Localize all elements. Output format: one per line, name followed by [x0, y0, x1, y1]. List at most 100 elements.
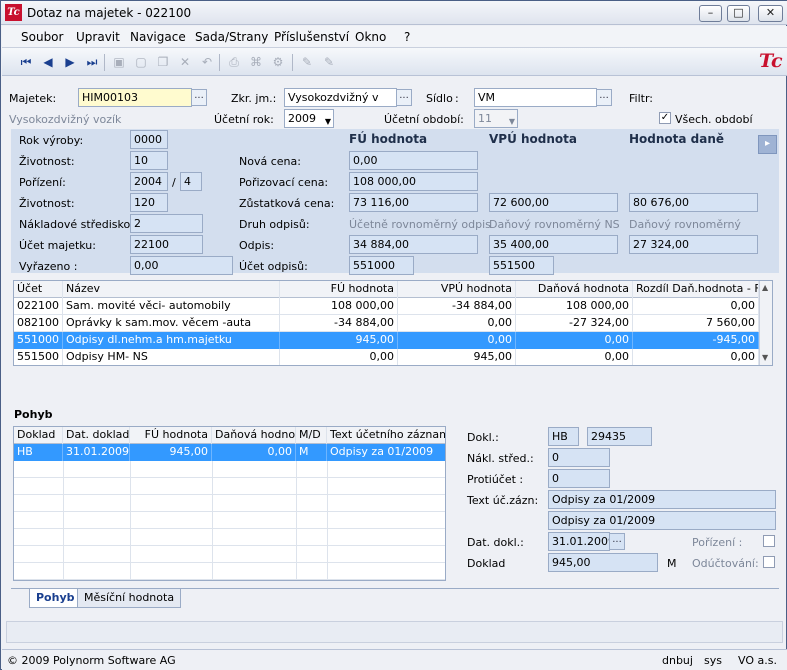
- menu-prislusenstvi[interactable]: Příslušenství: [274, 30, 349, 44]
- text-field-2[interactable]: Odpisy za 01/2009: [548, 511, 776, 530]
- dokl-num-field[interactable]: 29435: [587, 427, 652, 446]
- dat-dokl-picker-button[interactable]: ...: [609, 533, 625, 550]
- zivotnost-field[interactable]: 10: [130, 151, 168, 170]
- col-danova-hodnota[interactable]: Daňová hodnota: [212, 427, 296, 444]
- naklad-field[interactable]: 2: [130, 214, 203, 233]
- zustatkova-vpu[interactable]: 72 600,00: [489, 193, 618, 212]
- zkr-lookup-button[interactable]: ...: [396, 89, 412, 106]
- table-row[interactable]: 022100 Sam. movité věci- automobily 108 …: [14, 298, 772, 315]
- col-nazev[interactable]: Název: [63, 281, 280, 298]
- menu-navigace[interactable]: Navigace: [130, 30, 186, 44]
- oductovani-checkbox[interactable]: [763, 556, 775, 568]
- dokl-label: Dokl.:: [467, 431, 499, 444]
- menu-upravit[interactable]: Upravit: [76, 30, 120, 44]
- col-dat-dokladu[interactable]: Dat. dokladu: [63, 427, 130, 444]
- menu-sada-strany[interactable]: Sada/Strany: [195, 30, 268, 44]
- doklad-field[interactable]: 945,00: [548, 553, 658, 572]
- menu-okno[interactable]: Okno: [355, 30, 386, 44]
- scroll-up-icon[interactable]: ▲: [762, 283, 768, 292]
- col-text[interactable]: Text účetního záznamu: [327, 427, 445, 444]
- tree-icon[interactable]: ⌘: [248, 54, 264, 70]
- col-rozdil[interactable]: Rozdíl Daň.hodnota - FÚ: [633, 281, 759, 298]
- expand-icon[interactable]: ▸: [758, 135, 777, 154]
- first-record-icon[interactable]: ⏮: [18, 54, 34, 70]
- table-row-selected[interactable]: HB 31.01.2009 945,00 0,00 M Odpisy za 01…: [14, 444, 445, 461]
- close-button[interactable]: ✕: [758, 5, 783, 22]
- settings-icon[interactable]: ⚙: [270, 54, 286, 70]
- chevron-down-icon: ▼: [324, 117, 331, 126]
- table-row[interactable]: 551500 Odpisy HM- NS 0,00 945,00 0,00 0,…: [14, 349, 772, 365]
- print-icon[interactable]: ⎙: [226, 54, 242, 70]
- status-user: sys: [704, 654, 722, 667]
- accounts-table[interactable]: Účet Název FÚ hodnota VPÚ hodnota Daňová…: [13, 280, 773, 366]
- rok-vyroby-field[interactable]: 0000: [130, 130, 168, 149]
- empty-row: [14, 529, 445, 546]
- zivotnost2-field[interactable]: 120: [130, 193, 168, 212]
- edit-icon[interactable]: ✎: [299, 54, 315, 70]
- cell-vpu: 0,00: [398, 315, 516, 332]
- cell-rozdil: -945,00: [633, 332, 759, 349]
- next-record-icon[interactable]: ▶: [62, 54, 78, 70]
- zustatkova-fu[interactable]: 73 116,00: [349, 193, 478, 212]
- copyright-text: © 2009 Polynorm Software AG: [7, 654, 176, 667]
- ucet-odpisu-fu[interactable]: 551000: [349, 256, 414, 275]
- col-md[interactable]: M/D: [296, 427, 327, 444]
- ucetni-obdobi-select[interactable]: 11 ▼: [474, 109, 518, 128]
- col-danova-hodnota[interactable]: Daňová hodnota: [516, 281, 633, 298]
- vsech-obdobi-checkbox[interactable]: ✓: [659, 112, 671, 124]
- porizeni-checkbox[interactable]: [763, 535, 775, 547]
- previous-record-icon[interactable]: ◀: [40, 54, 56, 70]
- naklad-label: Nákladové středisko:: [19, 218, 134, 231]
- porizeni-label-2: Pořízení :: [692, 536, 743, 549]
- rok-vyroby-label: Rok výroby:: [19, 134, 84, 147]
- copy-icon[interactable]: ❐: [155, 54, 171, 70]
- scroll-down-icon[interactable]: ▼: [762, 353, 768, 362]
- minimize-button[interactable]: –: [699, 5, 722, 22]
- delete-icon[interactable]: ✕: [177, 54, 193, 70]
- tab-mesicni-hodnota[interactable]: Měsíční hodnota: [77, 589, 182, 608]
- maximize-button[interactable]: □: [727, 5, 750, 22]
- table-row-selected[interactable]: 551000 Odpisy dl.nehm.a hm.majetku 945,0…: [14, 332, 772, 349]
- ucetni-rok-select[interactable]: 2009 ▼: [284, 109, 334, 128]
- accounts-scrollbar[interactable]: ▲ ▼: [759, 281, 772, 365]
- col-fu-hodnota[interactable]: FÚ hodnota: [280, 281, 398, 298]
- edit-alt-icon[interactable]: ✎: [321, 54, 337, 70]
- col-ucet[interactable]: Účet: [14, 281, 63, 298]
- tab-pohyb[interactable]: Pohyb: [29, 589, 82, 608]
- menu-help[interactable]: ?: [404, 30, 410, 44]
- save-icon[interactable]: ▣: [111, 54, 127, 70]
- majetek-input[interactable]: HIM00103: [78, 88, 192, 107]
- porizeni-mesic-field[interactable]: 4: [180, 172, 202, 191]
- protiucet-field[interactable]: 0: [548, 469, 610, 488]
- new-icon[interactable]: ▢: [133, 54, 149, 70]
- cell-fu: 945,00: [280, 332, 398, 349]
- sidlo-lookup-button[interactable]: ...: [596, 89, 612, 106]
- odpis-fu[interactable]: 34 884,00: [349, 235, 478, 254]
- zkr-input[interactable]: Vysokozdvižný v: [284, 88, 397, 107]
- sidlo-input[interactable]: VM: [474, 88, 597, 107]
- undo-icon[interactable]: ↶: [199, 54, 215, 70]
- majetek-lookup-button[interactable]: ...: [191, 89, 207, 106]
- dat-dokl-field[interactable]: 31.01.2009: [548, 532, 610, 551]
- odpis-dan[interactable]: 27 324,00: [629, 235, 758, 254]
- last-record-icon[interactable]: ⏭: [84, 54, 100, 70]
- col-fu-hodnota[interactable]: FÚ hodnota: [130, 427, 212, 444]
- menu-soubor[interactable]: Soubor: [21, 30, 63, 44]
- ucet-odpisu-vpu[interactable]: 551500: [489, 256, 554, 275]
- text-field-1[interactable]: Odpisy za 01/2009: [548, 490, 776, 509]
- toolbar-separator: [219, 54, 220, 71]
- text-label: Text úč.zázn:: [467, 494, 539, 507]
- ucet-majetku-field[interactable]: 22100: [130, 235, 203, 254]
- porizeni-rok-field[interactable]: 2004: [130, 172, 168, 191]
- poriz-cena-fu[interactable]: 108 000,00: [349, 172, 478, 191]
- table-row[interactable]: 082100 Oprávky k sam.mov. věcem -auta -3…: [14, 315, 772, 332]
- col-vpu-hodnota[interactable]: VPÚ hodnota: [398, 281, 516, 298]
- vyrazeno-field[interactable]: 0,00: [130, 256, 233, 275]
- zustatkova-dan[interactable]: 80 676,00: [629, 193, 758, 212]
- col-doklad[interactable]: Doklad: [14, 427, 63, 444]
- nakl-field[interactable]: 0: [548, 448, 610, 467]
- odpis-vpu[interactable]: 35 400,00: [489, 235, 618, 254]
- nova-cena-fu[interactable]: 0,00: [349, 151, 478, 170]
- dokl-type-field[interactable]: HB: [548, 427, 579, 446]
- pohyb-table[interactable]: Doklad Dat. dokladu FÚ hodnota Daňová ho…: [13, 426, 446, 581]
